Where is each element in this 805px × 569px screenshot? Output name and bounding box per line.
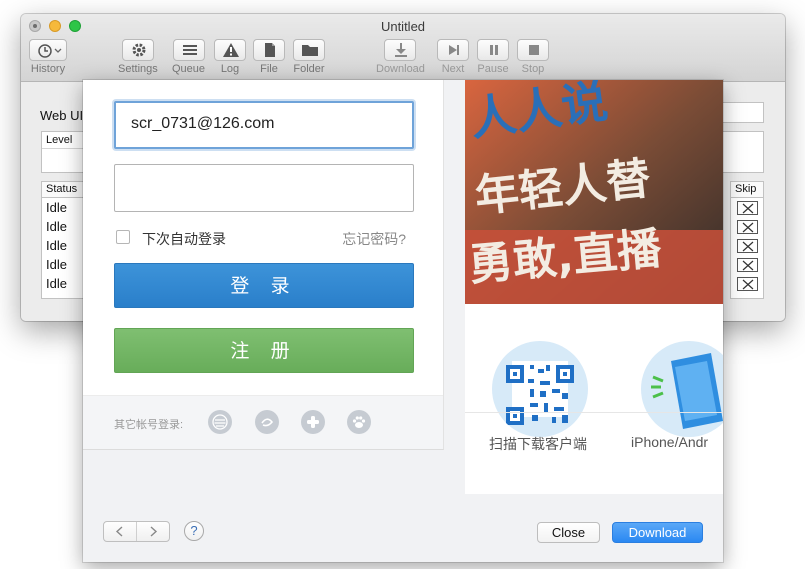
password-input[interactable] (114, 164, 414, 212)
folder-icon (293, 39, 325, 61)
folder-button[interactable]: Folder (293, 39, 325, 75)
promo-banner[interactable]: 人人说 年轻人替 勇敢,直播 (465, 80, 723, 304)
download-toolbar-button[interactable]: Download (376, 39, 425, 75)
skip-column-header[interactable]: Skip (731, 182, 763, 198)
pause-button[interactable]: Pause (477, 39, 509, 75)
skip-button[interactable] (737, 239, 758, 253)
login-dialog: scr_0731@126.com 下次自动登录 忘记密码? 登 录 注 册 其它… (83, 80, 723, 562)
forward-button[interactable] (137, 522, 170, 541)
file-icon (253, 39, 285, 61)
log-button[interactable]: Log (214, 39, 246, 75)
pause-label: Pause (477, 63, 509, 75)
skip-button[interactable] (737, 201, 758, 215)
download-button[interactable]: Download (612, 522, 703, 543)
phone-icon[interactable] (641, 341, 723, 437)
queue-label: Queue (172, 63, 206, 75)
iphone-caption: iPhone/Andr (631, 434, 709, 450)
help-button[interactable]: ? (184, 521, 204, 541)
window-title: Untitled (380, 19, 426, 34)
file-button[interactable]: File (253, 39, 285, 75)
skip-button[interactable] (737, 258, 758, 272)
other-accounts-label: 其它帐号登录: (114, 419, 184, 431)
settings-button[interactable]: Settings (118, 39, 158, 75)
next-label: Next (441, 63, 465, 75)
login-button[interactable]: 登 录 (114, 263, 414, 308)
tianyi-icon[interactable] (255, 410, 279, 434)
stop-icon (517, 39, 549, 61)
qr-caption: 扫描下载客户端 (489, 436, 587, 452)
skip-forward-icon (437, 39, 469, 61)
queue-icon (172, 39, 205, 61)
banner-artwork: 人人说 年轻人替 勇敢,直播 (465, 80, 723, 304)
chevron-right-icon (150, 526, 158, 537)
baidu-paw-icon[interactable] (347, 410, 371, 434)
dialog-footer: ? Close Download (83, 500, 723, 562)
app-download-promo: 扫描下载客户端 iPhone/Andr (465, 304, 723, 494)
history-button[interactable]: History (29, 39, 67, 75)
divider (465, 412, 723, 413)
settings-label: Settings (118, 63, 158, 75)
stop-button[interactable]: Stop (517, 39, 549, 75)
folder-label: Folder (293, 63, 325, 75)
auto-login-label: 下次自动登录 (142, 231, 226, 247)
other-login-bar: 其它帐号登录: (83, 395, 443, 449)
forgot-password-link[interactable]: 忘记密码? (342, 229, 406, 249)
chevron-left-icon (115, 526, 123, 537)
log-label: Log (220, 63, 240, 75)
queue-button[interactable]: Queue (172, 39, 205, 75)
history-icon (29, 39, 67, 61)
china-unicom-icon[interactable] (301, 410, 325, 434)
web-url-label: Web UI (40, 108, 84, 123)
auto-login-checkbox[interactable] (116, 230, 130, 244)
download-icon (384, 39, 417, 61)
title-bar: Untitled History Settings Queue Log File… (21, 14, 785, 82)
skip-button[interactable] (737, 277, 758, 291)
skip-button[interactable] (737, 220, 758, 234)
login-panel: scr_0731@126.com 下次自动登录 忘记密码? 登 录 注 册 其它… (83, 80, 444, 450)
next-button[interactable]: Next (437, 39, 469, 75)
back-button[interactable] (104, 522, 137, 541)
file-label: File (260, 63, 278, 75)
web-url-input[interactable] (721, 102, 764, 123)
stop-label: Stop (521, 63, 545, 75)
skip-table: Skip (730, 181, 764, 299)
navigation-control (103, 521, 170, 542)
register-button[interactable]: 注 册 (114, 328, 414, 373)
download-toolbar-label: Download (376, 63, 425, 75)
username-input[interactable]: scr_0731@126.com (114, 101, 414, 149)
pause-icon (477, 39, 509, 61)
history-label: History (30, 63, 66, 75)
level-label: Level (46, 134, 73, 146)
level-value-box (721, 131, 764, 173)
close-button[interactable]: Close (537, 522, 600, 543)
qr-code[interactable] (492, 341, 588, 437)
warning-icon (214, 39, 246, 61)
china-mobile-icon[interactable] (208, 410, 232, 434)
gear-icon (121, 39, 154, 61)
